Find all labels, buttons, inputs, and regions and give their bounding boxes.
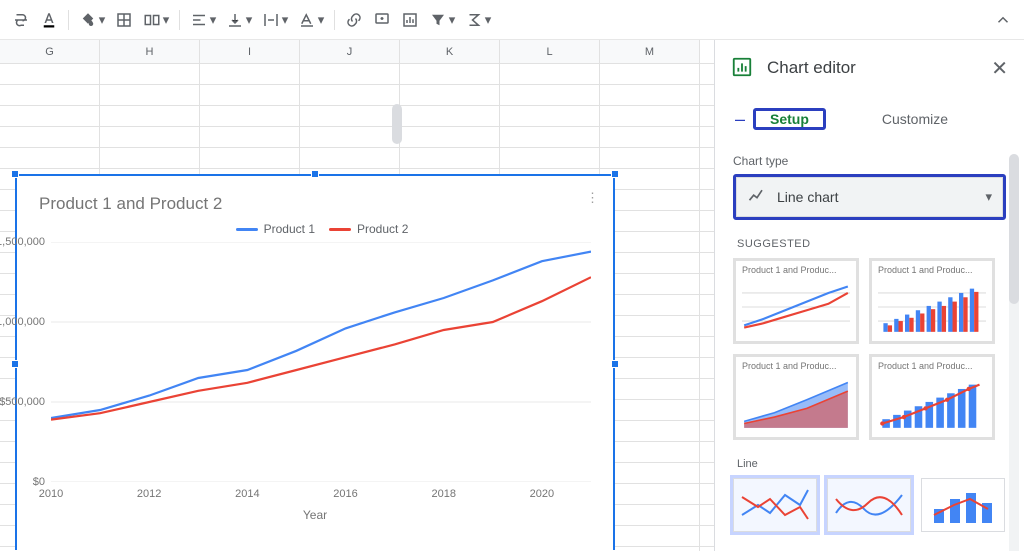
line-section-label: Line bbox=[737, 458, 1006, 470]
chart-type-label: Chart type bbox=[733, 154, 1006, 168]
suggested-charts: Product 1 and Produc... Product 1 and Pr… bbox=[733, 258, 1006, 440]
column-header[interactable]: G bbox=[0, 40, 100, 63]
chart-editor-icon bbox=[731, 56, 753, 81]
column-header[interactable]: I bbox=[200, 40, 300, 63]
resize-handle[interactable] bbox=[11, 170, 19, 178]
sidebar-tabs: – Setup Customize bbox=[715, 96, 1024, 142]
column-header[interactable]: J bbox=[300, 40, 400, 63]
chart-type-select[interactable]: Line chart ▾ bbox=[733, 174, 1006, 220]
merge-cells-button[interactable]: ▾ bbox=[139, 7, 173, 33]
resize-handle[interactable] bbox=[11, 360, 19, 368]
insert-chart-button[interactable] bbox=[397, 7, 423, 33]
text-color-button[interactable] bbox=[36, 7, 62, 33]
line-chart-icon bbox=[747, 186, 767, 209]
chart-options-icon[interactable]: ⋮ bbox=[586, 190, 599, 206]
spreadsheet-area[interactable]: GHIJKLM ⋮ Product 1 and Product 2 Produc… bbox=[0, 40, 714, 551]
suggested-thumb-column[interactable]: Product 1 and Produc... bbox=[869, 258, 995, 344]
resize-handle[interactable] bbox=[311, 170, 319, 178]
fill-color-button[interactable]: ▾ bbox=[75, 7, 109, 33]
column-header[interactable]: L bbox=[500, 40, 600, 63]
vertical-align-button[interactable]: ▾ bbox=[222, 7, 256, 33]
chart-editor-sidebar: Chart editor ✕ – Setup Customize Chart t… bbox=[714, 40, 1024, 551]
column-header[interactable]: M bbox=[600, 40, 700, 63]
column-headers: GHIJKLM bbox=[0, 40, 714, 64]
text-wrap-button[interactable]: ▾ bbox=[258, 7, 292, 33]
sidebar-scrollbar[interactable] bbox=[1009, 154, 1019, 551]
chart-title: Product 1 and Product 2 bbox=[39, 194, 597, 214]
collapse-toolbar-button[interactable] bbox=[990, 7, 1016, 33]
text-rotation-button[interactable]: ▾ bbox=[294, 7, 328, 33]
column-header[interactable]: H bbox=[100, 40, 200, 63]
filter-button[interactable]: ▾ bbox=[425, 7, 459, 33]
suggested-thumb-line[interactable]: Product 1 and Produc... bbox=[733, 258, 859, 344]
resize-handle[interactable] bbox=[611, 170, 619, 178]
sidebar-title: Chart editor bbox=[767, 58, 977, 78]
horizontal-align-button[interactable]: ▾ bbox=[186, 7, 220, 33]
embedded-chart[interactable]: ⋮ Product 1 and Product 2 Product 1Produ… bbox=[15, 174, 615, 551]
tab-customize[interactable]: Customize bbox=[826, 103, 1004, 135]
tab-setup[interactable]: Setup bbox=[753, 108, 826, 130]
column-header[interactable]: K bbox=[400, 40, 500, 63]
functions-button[interactable]: ▾ bbox=[461, 7, 495, 33]
line-variant-smooth[interactable] bbox=[827, 478, 911, 532]
close-icon[interactable]: ✕ bbox=[991, 56, 1008, 81]
suggested-thumb-area[interactable]: Product 1 and Produc... bbox=[733, 354, 859, 440]
chevron-down-icon: ▾ bbox=[985, 189, 992, 205]
line-variant-basic[interactable] bbox=[733, 478, 817, 532]
toolbar: ▾ ▾ ▾ ▾ ▾ ▾ ▾ ▾ bbox=[0, 0, 1024, 40]
insert-comment-button[interactable] bbox=[369, 7, 395, 33]
chart-legend: Product 1Product 2 bbox=[33, 222, 597, 236]
line-variant-combo[interactable] bbox=[921, 478, 1005, 532]
vertical-scrollbar[interactable] bbox=[392, 104, 402, 144]
suggested-label: SUGGESTED bbox=[737, 238, 1006, 250]
line-chart-variants bbox=[733, 478, 1006, 532]
suggested-thumb-combo[interactable]: Product 1 and Produc... bbox=[869, 354, 995, 440]
strikethrough-button[interactable] bbox=[8, 7, 34, 33]
x-axis-title: Year bbox=[33, 508, 597, 522]
borders-button[interactable] bbox=[111, 7, 137, 33]
chart-plot-area: $0$500,000$1,000,000$1,500,0002010201220… bbox=[51, 242, 591, 482]
resize-handle[interactable] bbox=[611, 360, 619, 368]
insert-link-button[interactable] bbox=[341, 7, 367, 33]
